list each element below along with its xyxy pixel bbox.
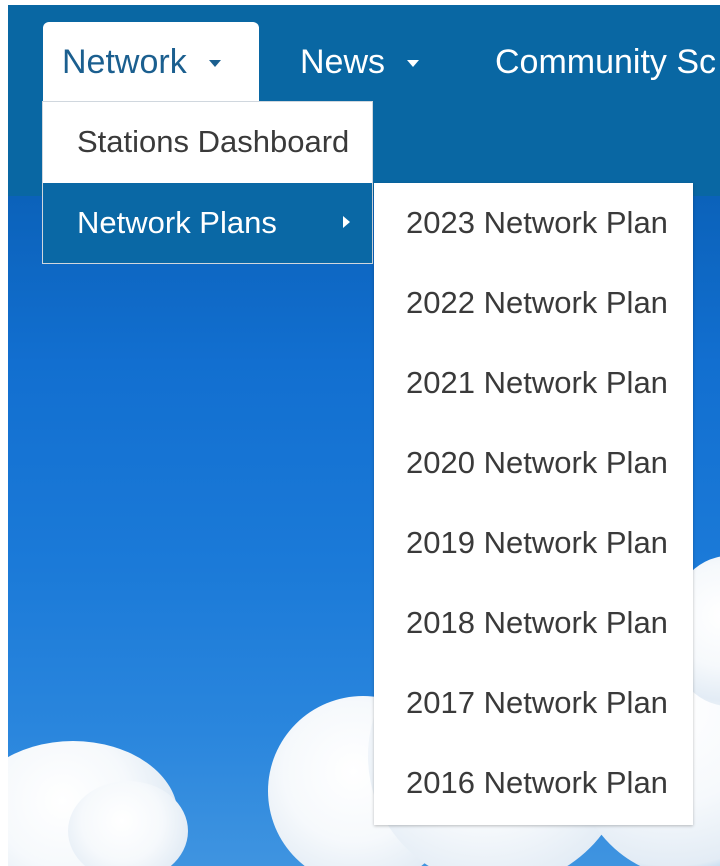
caret-down-icon xyxy=(407,60,420,67)
nav-community-label: Community Sc xyxy=(495,42,717,81)
caret-right-icon xyxy=(343,216,350,228)
menu-item-network-plans[interactable]: Network Plans xyxy=(43,183,372,263)
submenu-item-2017-network-plan[interactable]: 2017 Network Plan xyxy=(374,663,693,743)
submenu-item-label: 2019 Network Plan xyxy=(406,525,668,560)
submenu-item-label: 2023 Network Plan xyxy=(406,205,668,240)
submenu-item-2020-network-plan[interactable]: 2020 Network Plan xyxy=(374,423,693,503)
nav-network-tab[interactable]: Network xyxy=(43,22,259,102)
network-dropdown-menu: Stations Dashboard Network Plans xyxy=(42,101,373,264)
submenu-item-2022-network-plan[interactable]: 2022 Network Plan xyxy=(374,263,693,343)
submenu-item-label: 2018 Network Plan xyxy=(406,605,668,640)
nav-community-tab[interactable]: Community Sc xyxy=(495,22,716,102)
submenu-item-label: 2022 Network Plan xyxy=(406,285,668,320)
submenu-item-label: 2016 Network Plan xyxy=(406,765,668,800)
submenu-item-2021-network-plan[interactable]: 2021 Network Plan xyxy=(374,343,693,423)
caret-down-icon xyxy=(208,60,221,67)
menu-item-label: Stations Dashboard xyxy=(77,124,350,159)
submenu-item-2023-network-plan[interactable]: 2023 Network Plan xyxy=(374,183,693,263)
submenu-item-label: 2017 Network Plan xyxy=(406,685,668,720)
network-plans-submenu: 2023 Network Plan 2022 Network Plan 2021… xyxy=(374,183,693,825)
submenu-item-label: 2020 Network Plan xyxy=(406,445,668,480)
submenu-item-2018-network-plan[interactable]: 2018 Network Plan xyxy=(374,583,693,663)
nav-news-tab[interactable]: News xyxy=(300,22,420,102)
page-frame: Network News Community Sc Stations Dashb… xyxy=(8,5,720,866)
nav-news-label: News xyxy=(300,42,386,81)
submenu-item-2019-network-plan[interactable]: 2019 Network Plan xyxy=(374,503,693,583)
nav-network-label: Network xyxy=(62,42,187,81)
submenu-item-2016-network-plan[interactable]: 2016 Network Plan xyxy=(374,743,693,823)
menu-item-label: Network Plans xyxy=(77,205,277,240)
menu-item-stations-dashboard[interactable]: Stations Dashboard xyxy=(43,102,372,182)
submenu-item-label: 2021 Network Plan xyxy=(406,365,668,400)
